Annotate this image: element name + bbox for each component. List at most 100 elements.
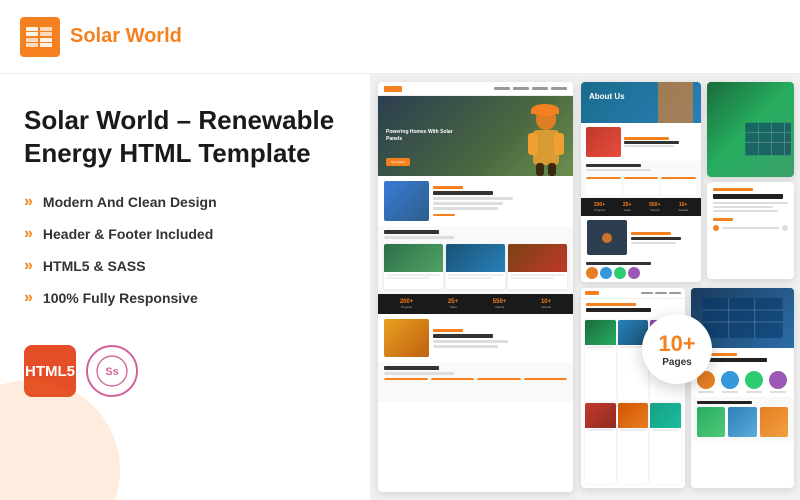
sim-nav-links (494, 87, 567, 90)
sim-sg-card-1 (585, 320, 616, 401)
pages-badge: 10+ Pages (642, 314, 712, 384)
sim-sg-card-4 (585, 403, 616, 484)
sim-member-avatar-4 (769, 371, 787, 389)
sim-service-card-3 (508, 244, 567, 289)
sim-nav-logo (384, 86, 402, 92)
sim-stats: 200+ Projects 25+ Years 550+ Clients 1 (378, 294, 573, 314)
right-panel: Powering Homes With Solar Panels Get Quo… (370, 74, 800, 500)
preview-main-card: Powering Homes With Solar Panels Get Quo… (378, 82, 573, 492)
sim-about (378, 176, 573, 226)
sim-ap-working-title (581, 161, 701, 174)
sim-service-txt-3 (508, 272, 567, 282)
sim-sg-card-5 (618, 403, 649, 484)
preview-team-card (691, 288, 795, 488)
sim-service-img-1 (384, 244, 443, 272)
sim-ap-stats: 200+ Projects 25+ Years 550+ Clients (581, 198, 701, 216)
preview-col-right: About Us (581, 82, 794, 492)
logo-text: Solar World (70, 25, 182, 48)
sim-team-page (691, 288, 795, 488)
svg-text:Ss: Ss (105, 366, 118, 378)
sim-about-page: About Us (581, 82, 701, 282)
sim-about-text (433, 181, 513, 221)
preview-about-card: About Us (581, 82, 701, 282)
feature-item-4: » 100% Fully Responsive (24, 289, 346, 307)
product-title: Solar World – Renewable Energy HTML Temp… (24, 104, 346, 169)
sim-sg-navbar (581, 288, 685, 299)
main-content: Solar World – Renewable Energy HTML Temp… (0, 74, 800, 500)
sim-navbar (378, 82, 573, 96)
sim-service-txt-1 (384, 272, 443, 282)
sim-services (378, 241, 573, 294)
logo-icon (20, 17, 60, 57)
sim-text-line-orange (433, 186, 463, 189)
sim-about-img (384, 181, 429, 221)
sim-hero-text: Powering Homes With Solar Panels (386, 129, 456, 143)
sass-badge: Ss (86, 345, 138, 397)
sim-reshape-text (433, 319, 508, 357)
sim-team-avatar-2 (600, 267, 612, 279)
feature-item-3: » HTML5 & SASS (24, 257, 346, 275)
sim-services-title (378, 226, 573, 241)
sim-team-avatar-4 (628, 267, 640, 279)
sim-member-avatar-3 (745, 371, 763, 389)
sim-section-sub (384, 236, 454, 239)
sim-nav-link-2 (513, 87, 529, 90)
sim-member-avatar-2 (721, 371, 739, 389)
preview-col-left: Powering Homes With Solar Panels Get Quo… (378, 82, 573, 492)
sim-working (378, 362, 573, 402)
sim-hero-btn: Get Quote (386, 158, 410, 166)
sim-nav-link-4 (551, 87, 567, 90)
feature-item-1: » Modern And Clean Design (24, 193, 346, 211)
sim-service-card-1 (384, 244, 443, 289)
sim-stat-4: 10+ Awards (541, 299, 551, 309)
left-panel: Solar World – Renewable Energy HTML Temp… (0, 74, 370, 500)
sim-member-3 (745, 371, 763, 393)
sass-icon: Ss (95, 354, 129, 388)
sim-team-avatar-3 (614, 267, 626, 279)
reshaping-title (713, 194, 783, 199)
logo: Solar World (20, 17, 182, 57)
sim-section-title-line (384, 230, 439, 234)
sim-hero-worker (518, 98, 573, 176)
sim-service-card-2 (446, 244, 505, 289)
sim-team-members (691, 367, 795, 397)
preview-reshaping-card (707, 182, 794, 279)
arrow-icon-3: » (24, 257, 33, 275)
preview-solar-image-card (707, 82, 794, 177)
sim-service-txt-2 (446, 272, 505, 282)
sim-text-line-1 (433, 197, 513, 200)
sim-member-2 (721, 371, 739, 393)
arrow-icon-4: » (24, 289, 33, 307)
sim-ap-worker (658, 82, 693, 123)
sim-nav-link-3 (532, 87, 548, 90)
arrow-icon-1: » (24, 193, 33, 211)
sim-bottom-services (691, 397, 795, 441)
preview-right-top: About Us (581, 82, 794, 282)
sim-stat-3: 550+ Clients (493, 299, 507, 309)
sim-text-line-3 (433, 207, 498, 210)
sim-stat-1: 200+ Projects (400, 299, 414, 309)
sim-cta-btn (433, 214, 455, 216)
features-list: » Modern And Clean Design » Header & Foo… (24, 193, 346, 321)
sim-play-button (602, 233, 612, 243)
solar-panel-illustration (742, 101, 794, 177)
arrow-icon-2: » (24, 225, 33, 243)
sim-member-4 (769, 371, 787, 393)
sim-stat-2: 25+ Years (448, 299, 458, 309)
sim-ap-solar (581, 216, 701, 259)
sim-service-img-3 (508, 244, 567, 272)
sim-sg-logo (585, 291, 599, 295)
sim-ap-reshaping (581, 123, 701, 161)
preview-sm-cards-top (707, 82, 794, 282)
feature-item-2: » Header & Footer Included (24, 225, 346, 243)
sim-reshaping (378, 314, 573, 362)
sim-nav-link-1 (494, 87, 510, 90)
pages-count: 10+ (658, 331, 695, 357)
sim-text-line-2 (433, 202, 503, 205)
pages-label: Pages (662, 357, 691, 368)
html5-badge: HTML5 (24, 345, 76, 397)
site-simulation: Powering Homes With Solar Panels Get Quo… (378, 82, 573, 492)
sim-text-line-title (433, 191, 493, 195)
sim-team-avatar-1 (586, 267, 598, 279)
sim-reshape-img (384, 319, 429, 357)
